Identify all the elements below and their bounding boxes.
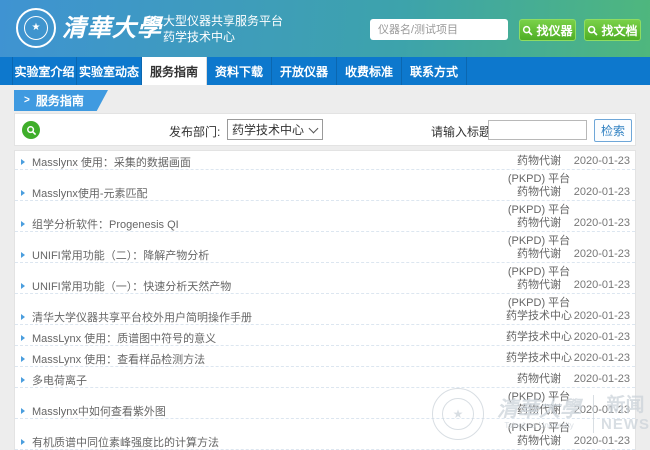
main-nav: 实验室介绍 实验室动态 服务指南 资料下载 开放仪器 收费标准 联系方式 — [0, 57, 650, 85]
document-title: Masslynx使用-元素匹配 — [32, 185, 148, 201]
document-link[interactable]: Masslynx使用-元素匹配 — [21, 186, 148, 199]
list-item: 清华大学仪器共享平台校外用户简明操作手册 药学技术中心 2020-01-23 — [15, 308, 635, 329]
publish-date: 2020-01-23 — [574, 186, 630, 199]
list-item: 组学分析软件：Progenesis QI 药物代谢 (PKPD) 平台 2020… — [15, 215, 635, 246]
publish-date: 2020-01-23 — [574, 435, 630, 448]
seal-star-icon: ★ — [24, 16, 48, 40]
publish-date: 2020-01-23 — [574, 217, 630, 230]
bullet-icon — [21, 335, 25, 341]
list-item: MassLynx 使用：质谱图中符号的意义 药学技术中心 2020-01-23 — [15, 329, 635, 350]
document-title: UNIFI常用功能（二）：降解产物分析 — [32, 247, 209, 263]
list-item: UNIFI常用功能（一）：快速分析天然产物 药物代谢 (PKPD) 平台 202… — [15, 277, 635, 308]
document-link[interactable]: UNIFI常用功能（二）：降解产物分析 — [21, 248, 209, 261]
bullet-icon — [21, 190, 25, 196]
nav-tab-6[interactable]: 联系方式 — [402, 57, 467, 85]
publish-date: 2020-01-23 — [574, 248, 630, 261]
publish-date: 2020-01-23 — [574, 279, 630, 292]
bullet-icon — [21, 283, 25, 289]
magnifier-icon — [587, 25, 598, 36]
document-link[interactable]: 有机质谱中同位素峰强度比的计算方法 — [21, 435, 219, 448]
document-title: 有机质谱中同位素峰强度比的计算方法 — [32, 434, 219, 450]
chevron-right-icon: > — [24, 94, 30, 106]
document-title: 清华大学仪器共享平台校外用户简明操作手册 — [32, 309, 252, 325]
center-name: 药学技术中心 — [163, 29, 283, 45]
bullet-icon — [21, 377, 25, 383]
breadcrumb[interactable]: > 服务指南 — [14, 90, 108, 111]
magnifier-icon — [522, 25, 533, 36]
nav-tab-1[interactable]: 实验室动态 — [77, 57, 142, 85]
nav-tab-5[interactable]: 收费标准 — [337, 57, 402, 85]
bullet-icon — [21, 252, 25, 258]
document-link[interactable]: 组学分析软件：Progenesis QI — [21, 217, 179, 230]
find-document-label: 找文档 — [601, 22, 637, 39]
title-filter-input[interactable] — [488, 120, 587, 140]
nav-tab-0[interactable]: 实验室介绍 — [12, 57, 77, 85]
document-link[interactable]: Masslynx中如何查看紫外图 — [21, 404, 166, 417]
publish-date: 2020-01-23 — [574, 373, 630, 386]
publish-date: 2020-01-23 — [574, 310, 630, 323]
publish-date: 2020-01-23 — [574, 352, 630, 365]
document-title: Masslynx中如何查看紫外图 — [32, 403, 166, 419]
document-title: Masslynx 使用：采集的数据画面 — [32, 154, 191, 170]
list-item: Masslynx使用-元素匹配 药物代谢 (PKPD) 平台 2020-01-2… — [15, 184, 635, 215]
site-header: ★ 清華大學 大型仪器共享服务平台 药学技术中心 找仪器 找文档 — [0, 0, 650, 57]
list-item: UNIFI常用功能（二）：降解产物分析 药物代谢 (PKPD) 平台 2020-… — [15, 246, 635, 277]
search-circle-icon — [22, 121, 40, 139]
breadcrumb-label: 服务指南 — [36, 92, 84, 109]
document-title: MassLynx 使用：查看样品检测方法 — [32, 351, 205, 367]
bullet-icon — [21, 221, 25, 227]
document-link[interactable]: 多电荷离子 — [21, 373, 87, 386]
document-title: 多电荷离子 — [32, 372, 87, 388]
bullet-icon — [21, 314, 25, 320]
list-item: Masslynx中如何查看紫外图 药物代谢 (PKPD) 平台 2020-01-… — [15, 402, 635, 433]
list-item: Masslynx 使用：采集的数据画面 药物代谢 (PKPD) 平台 2020-… — [15, 153, 635, 184]
nav-tab-4[interactable]: 开放仪器 — [272, 57, 337, 85]
department-select-wrap: 药学技术中心 — [227, 119, 323, 140]
document-link[interactable]: Masslynx 使用：采集的数据画面 — [21, 155, 191, 168]
document-title: MassLynx 使用：质谱图中符号的意义 — [32, 330, 216, 346]
publish-date: 2020-01-23 — [574, 155, 630, 168]
find-instrument-button[interactable]: 找仪器 — [519, 19, 576, 41]
find-instrument-label: 找仪器 — [536, 22, 572, 39]
tsinghua-seal-logo: ★ — [16, 8, 56, 48]
document-title: 组学分析软件：Progenesis QI — [32, 216, 179, 232]
publish-date: 2020-01-23 — [574, 331, 630, 344]
list-item: MassLynx 使用：查看样品检测方法 药学技术中心 2020-01-23 — [15, 350, 635, 371]
retrieve-button[interactable]: 检索 — [594, 119, 632, 142]
list-item: 有机质谱中同位素峰强度比的计算方法 药物代谢 (PKPD) 平台 2020-01… — [15, 433, 635, 450]
bullet-icon — [21, 439, 25, 445]
bullet-icon — [21, 356, 25, 362]
document-link[interactable]: UNIFI常用功能（一）：快速分析天然产物 — [21, 279, 231, 292]
list-item: 多电荷离子 药物代谢 (PKPD) 平台 2020-01-23 — [15, 371, 635, 402]
document-link[interactable]: MassLynx 使用：查看样品检测方法 — [21, 352, 205, 365]
bullet-icon — [21, 159, 25, 165]
filter-bar: 发布部门: 药学技术中心 请输入标题: 检索 — [14, 113, 636, 146]
logo-group[interactable]: ★ 清華大學 — [0, 0, 160, 57]
department-select[interactable]: 药学技术中心 — [227, 119, 323, 140]
document-link[interactable]: MassLynx 使用：质谱图中符号的意义 — [21, 331, 216, 344]
document-title: UNIFI常用功能（一）：快速分析天然产物 — [32, 278, 231, 294]
nav-tab-3[interactable]: 资料下载 — [207, 57, 272, 85]
title-filter-label: 请输入标题: — [431, 123, 494, 140]
site-subtitle: 大型仪器共享服务平台 药学技术中心 — [163, 13, 283, 45]
platform-title: 大型仪器共享服务平台 — [163, 13, 283, 29]
bullet-icon — [21, 408, 25, 414]
nav-tab-2[interactable]: 服务指南 — [142, 57, 207, 85]
find-document-button[interactable]: 找文档 — [584, 19, 641, 41]
department-label: 发布部门: — [169, 123, 220, 140]
university-name: 清華大學 — [62, 13, 162, 43]
document-link[interactable]: 清华大学仪器共享平台校外用户简明操作手册 — [21, 310, 252, 323]
publish-date: 2020-01-23 — [574, 404, 630, 417]
document-list: Masslynx 使用：采集的数据画面 药物代谢 (PKPD) 平台 2020-… — [14, 150, 636, 450]
header-search-input[interactable] — [370, 19, 508, 40]
